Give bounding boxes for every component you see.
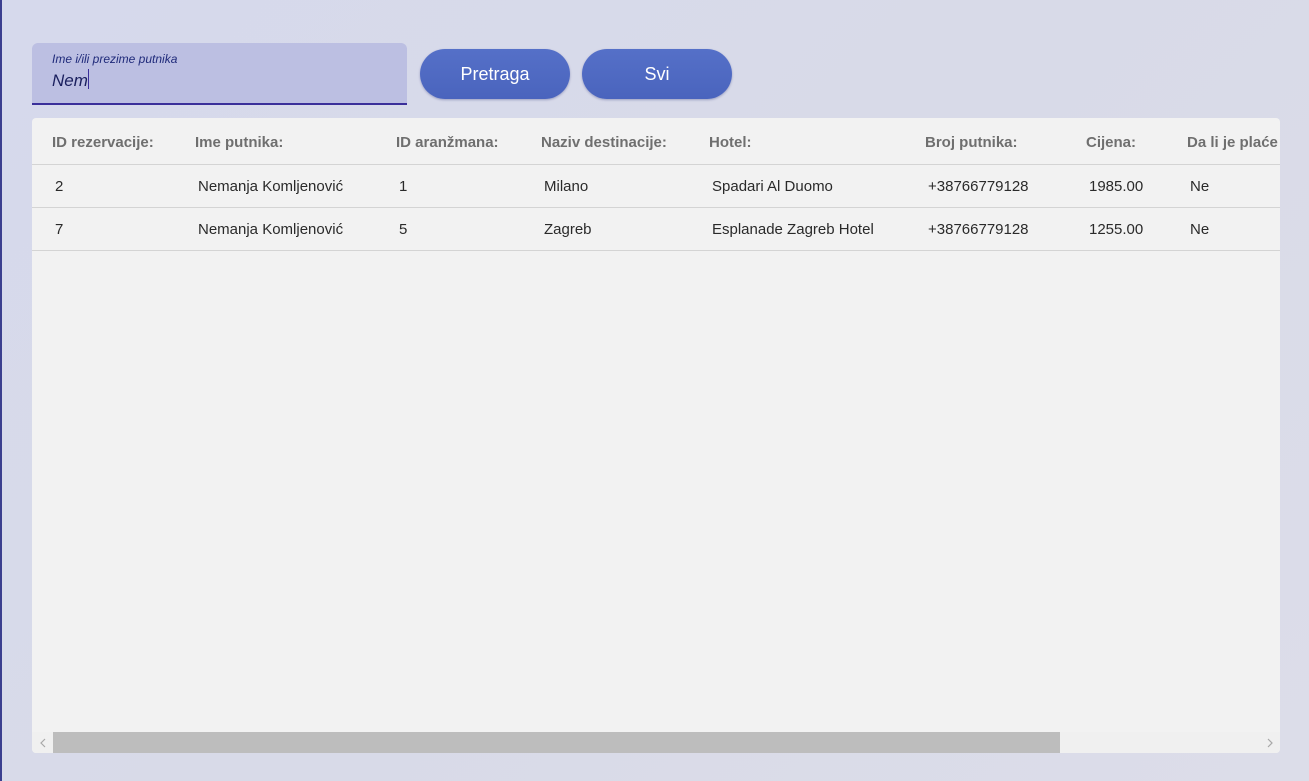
search-button[interactable]: Pretraga xyxy=(420,49,570,99)
show-all-button[interactable]: Svi xyxy=(582,49,732,99)
scrollbar-thumb[interactable] xyxy=(53,732,1060,753)
table-header: ID rezervacije: Ime putnika: ID aranžman… xyxy=(32,118,1280,165)
cell-passenger-phone: +38766779128 xyxy=(928,178,1029,195)
column-header-paid[interactable]: Da li je plaće xyxy=(1187,134,1278,151)
cell-destination: Milano xyxy=(544,178,589,195)
cell-hotel: Spadari Al Duomo xyxy=(712,178,833,195)
column-header-reservation-id[interactable]: ID rezervacije: xyxy=(52,134,154,151)
horizontal-scrollbar[interactable] xyxy=(32,732,1280,753)
column-header-passenger-name[interactable]: Ime putnika: xyxy=(195,134,283,151)
cell-hotel: Esplanade Zagreb Hotel xyxy=(712,221,874,238)
table-row[interactable]: 7 Nemanja Komljenović 5 Zagreb Esplanade… xyxy=(32,208,1280,251)
cell-reservation-id: 7 xyxy=(55,221,64,238)
column-header-price[interactable]: Cijena: xyxy=(1086,134,1136,151)
cell-arrangement-id: 1 xyxy=(399,178,408,195)
cell-paid: Ne xyxy=(1190,178,1210,195)
reservations-table: ID rezervacije: Ime putnika: ID aranžman… xyxy=(32,118,1280,753)
cell-price: 1985.00 xyxy=(1089,178,1144,195)
table-row[interactable]: 2 Nemanja Komljenović 1 Milano Spadari A… xyxy=(32,165,1280,208)
cell-destination: Zagreb xyxy=(544,221,592,238)
window-left-border xyxy=(0,0,2,781)
cell-passenger-phone: +38766779128 xyxy=(928,221,1029,238)
column-header-hotel[interactable]: Hotel: xyxy=(709,134,752,151)
cell-reservation-id: 2 xyxy=(55,178,64,195)
cell-passenger-name: Nemanja Komljenović xyxy=(198,178,344,195)
passenger-name-label: Ime i/ili prezime putnika xyxy=(52,52,178,66)
text-caret xyxy=(88,69,89,89)
cell-arrangement-id: 5 xyxy=(399,221,408,238)
chevron-left-icon[interactable] xyxy=(32,732,53,753)
cell-passenger-name: Nemanja Komljenović xyxy=(198,221,344,238)
column-header-passenger-phone[interactable]: Broj putnika: xyxy=(925,134,1018,151)
column-header-destination[interactable]: Naziv destinacije: xyxy=(541,134,667,151)
column-header-arrangement-id[interactable]: ID aranžmana: xyxy=(396,134,499,151)
passenger-name-input[interactable] xyxy=(52,69,392,93)
cell-price: 1255.00 xyxy=(1089,221,1144,238)
chevron-right-icon[interactable] xyxy=(1259,732,1280,753)
cell-paid: Ne xyxy=(1190,221,1210,238)
